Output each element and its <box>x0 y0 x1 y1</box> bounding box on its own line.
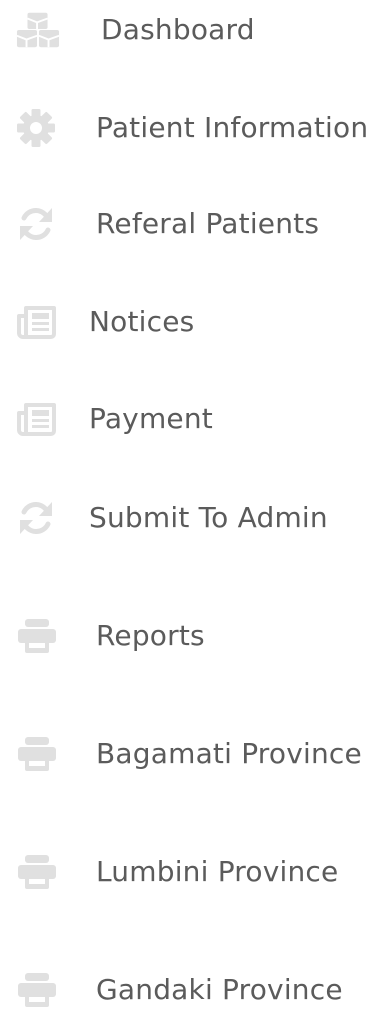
refresh-icon <box>16 498 60 538</box>
sidebar-item-dashboard[interactable]: Dashboard <box>0 0 388 60</box>
printer-icon <box>16 734 60 774</box>
sidebar-item-label: Lumbini Province <box>96 855 339 888</box>
sidebar-item-lumbini-province[interactable]: Lumbini Province <box>0 842 388 902</box>
sidebar-item-label: Submit To Admin <box>89 501 328 534</box>
sidebar-item-label: Gandaki Province <box>96 973 343 1006</box>
printer-icon <box>16 970 60 1010</box>
sidebar-item-label: Reports <box>96 619 205 652</box>
sidebar-item-label: Referal Patients <box>96 207 320 240</box>
sidebar-item-referal-patients[interactable]: Referal Patients <box>0 194 388 254</box>
printer-icon <box>16 852 60 892</box>
sidebar-item-patient-information[interactable]: Patient Information <box>0 98 388 158</box>
cubes-icon <box>16 10 60 50</box>
sidebar-item-label: Notices <box>89 305 195 338</box>
sidebar-item-bagamati-province[interactable]: Bagamati Province <box>0 724 388 784</box>
refresh-icon <box>16 204 60 244</box>
newspaper-icon <box>16 399 60 439</box>
sidebar-item-reports[interactable]: Reports <box>0 606 388 666</box>
sidebar-item-submit-to-admin[interactable]: Submit To Admin <box>0 488 388 548</box>
sidebar-item-label: Patient Information <box>96 111 369 144</box>
sidebar-item-payment[interactable]: Payment <box>0 389 388 449</box>
gear-icon <box>16 108 60 148</box>
printer-icon <box>16 616 60 656</box>
sidebar-item-label: Dashboard <box>101 13 255 46</box>
sidebar-item-label: Bagamati Province <box>96 737 362 770</box>
sidebar-item-gandaki-province[interactable]: Gandaki Province <box>0 960 388 1012</box>
sidebar-item-notices[interactable]: Notices <box>0 292 388 352</box>
newspaper-icon <box>16 302 60 342</box>
sidebar-item-label: Payment <box>89 402 213 435</box>
